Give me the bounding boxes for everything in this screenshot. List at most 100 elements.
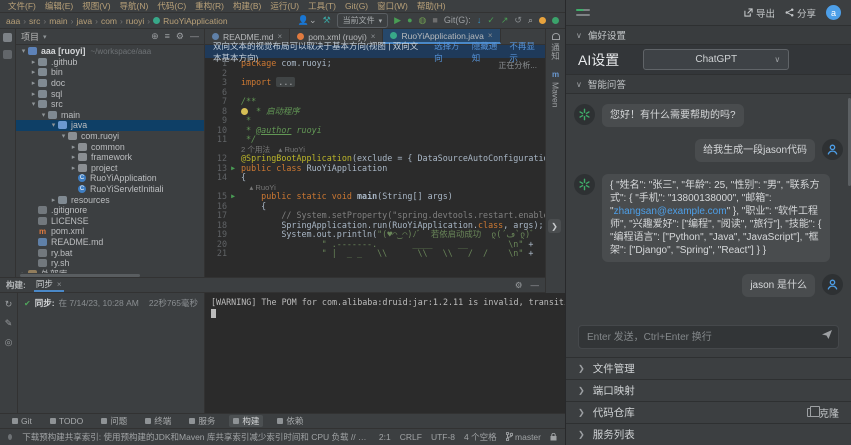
code-editor[interactable]: 正在分析... 1package com.ruoyi;23import ...6… (205, 58, 545, 277)
tree-arrow-icon[interactable]: ▾ (29, 100, 38, 108)
filter-icon[interactable]: ◎ (5, 337, 13, 348)
message-bubble[interactable]: 您好！有什么需要帮助的吗? (602, 104, 744, 127)
menu-item[interactable]: 代码(C) (153, 0, 190, 12)
toolwindow-问题[interactable]: 问题 (97, 415, 131, 427)
tree-item-aaaruoyi[interactable]: ▾aaa [ruoyi]~/workspace/aaa (16, 46, 204, 57)
chat-input[interactable] (578, 325, 839, 349)
maven-toolwindow[interactable]: m Maven (551, 70, 561, 108)
tree-item-license[interactable]: LICENSE (16, 216, 204, 227)
menu-item[interactable]: 工具(T) (304, 0, 340, 12)
message-bubble[interactable]: jason 是什么 (742, 274, 815, 297)
breadcrumb-item[interactable]: main (49, 16, 67, 26)
menu-item[interactable]: 文件(F) (4, 0, 40, 12)
tree-item-.github[interactable]: ▸.github (16, 57, 204, 68)
toolwindow-服务[interactable]: 服务 (185, 415, 219, 427)
tree-arrow-icon[interactable]: ▾ (59, 132, 68, 140)
section-端口映射[interactable]: ❯端口映射 (566, 379, 851, 401)
tree-arrow-icon[interactable]: ▸ (29, 68, 38, 76)
message-text-link[interactable]: zhangsan@example.com (614, 206, 727, 217)
tree-item-main[interactable]: ▾main (16, 110, 204, 121)
tree-item-ruoyiapplication[interactable]: CRuoYiApplication (16, 173, 204, 184)
toolwindow-todo[interactable]: TODO (46, 415, 87, 427)
section-qa[interactable]: ∨ 智能问答 (566, 75, 851, 94)
tree-arrow-icon[interactable]: ▾ (39, 111, 48, 119)
tree-arrow-icon[interactable]: ▸ (69, 153, 78, 161)
build-hammer-icon[interactable]: ⚒ (323, 16, 331, 25)
pin-icon[interactable]: ✎ (5, 318, 13, 329)
minimize-icon[interactable]: — (531, 280, 540, 291)
breadcrumb-item[interactable]: src (29, 16, 40, 26)
feature-flag-dot[interactable] (552, 17, 559, 24)
tree-arrow-icon[interactable]: ▾ (19, 47, 28, 55)
tree-arrow-icon[interactable]: ▸ (29, 79, 38, 87)
menu-item[interactable]: 重构(R) (191, 0, 228, 12)
section-文件管理[interactable]: ❯文件管理 (566, 357, 851, 379)
menu-icon[interactable] (576, 9, 590, 16)
export-button[interactable]: 导出 (744, 6, 775, 20)
tree-item-[interactable]: ▸外部库 (16, 268, 204, 273)
sync-status-row[interactable]: ✔ 同步: 在 7/14/23, 10:28 AM 22秒765毫秒 (24, 297, 198, 309)
share-button[interactable]: 分享 (785, 6, 816, 20)
locate-icon[interactable]: ⊕ (151, 31, 159, 42)
toolwindow-构建[interactable]: 构建 (229, 415, 263, 427)
settings-gear-icon[interactable]: ⚙ (515, 280, 523, 291)
tree-item-bin[interactable]: ▸bin (16, 67, 204, 78)
menu-item[interactable]: Git(G) (341, 1, 372, 11)
git-update-icon[interactable]: ↓ (477, 16, 482, 25)
status-segment[interactable]: 2:1 (379, 432, 391, 442)
tree-arrow-icon[interactable]: ▸ (49, 196, 58, 204)
git-push-icon[interactable]: ↗ (501, 16, 509, 25)
tree-item-ruoyiservletinitiali[interactable]: CRuoYiServletInitiali (16, 184, 204, 195)
refresh-icon[interactable]: ↻ (5, 299, 13, 310)
section-服务列表[interactable]: ❯服务列表 (566, 423, 851, 445)
tree-item-ry.bat[interactable]: ry.bat (16, 247, 204, 258)
menu-item[interactable]: 导航(N) (116, 0, 153, 12)
breadcrumb-item[interactable]: ruoyi (126, 16, 144, 26)
history-icon[interactable]: ↺ (514, 16, 522, 25)
clone-button[interactable]: 克隆 (807, 405, 839, 420)
collapse-all-icon[interactable]: ≡ (165, 31, 170, 42)
tree-arrow-icon[interactable]: ▸ (19, 270, 28, 273)
update-notification-dot[interactable] (539, 17, 546, 24)
tree-arrow-icon[interactable]: ▸ (29, 90, 38, 98)
menu-item[interactable]: 运行(U) (266, 0, 303, 12)
breadcrumb[interactable]: aaa›src›main›java›com›ruoyi›RuoYiApplica… (6, 16, 228, 26)
commit-toolwindow-icon[interactable] (3, 50, 12, 59)
menu-item[interactable]: 构建(B) (229, 0, 265, 12)
menu-item[interactable]: 窗口(W) (373, 0, 412, 12)
tree-item-sql[interactable]: ▸sql (16, 88, 204, 99)
breadcrumb-item[interactable]: java (77, 16, 93, 26)
editor-expand-button[interactable]: ❯ (548, 219, 561, 233)
tree-arrow-icon[interactable]: ▸ (69, 164, 78, 172)
coverage-icon[interactable]: ◍ (419, 16, 427, 25)
send-icon[interactable] (821, 329, 833, 340)
menu-item[interactable]: 编辑(E) (41, 0, 77, 12)
toolwindow-终端[interactable]: 终端 (141, 415, 175, 427)
message-bubble[interactable]: 给我生成一段jason代码 (695, 139, 815, 162)
tree-item-src[interactable]: ▾src (16, 99, 204, 110)
tree-arrow-icon[interactable]: ▸ (69, 143, 78, 151)
intention-bulb-icon[interactable] (241, 108, 248, 115)
run-icon[interactable]: ▶ (394, 16, 401, 25)
tree-item-framework[interactable]: ▸framework (16, 152, 204, 163)
toolwindow-git[interactable]: Git (8, 415, 36, 427)
tree-arrow-icon[interactable]: ▾ (49, 121, 58, 129)
breadcrumb-item[interactable]: aaa (6, 16, 20, 26)
git-branch-indicator[interactable]: master (506, 432, 541, 442)
status-segment[interactable]: CRLF (400, 432, 422, 442)
run-gutter-icon[interactable]: ▶ (231, 192, 235, 202)
tree-item-pom.xml[interactable]: mpom.xml (16, 226, 204, 237)
tree-item-readme.md[interactable]: README.md (16, 237, 204, 248)
breadcrumb-item[interactable]: com (101, 16, 117, 26)
profile-icon[interactable]: 👤⌄ (298, 16, 317, 25)
status-segment[interactable]: UTF-8 (431, 432, 455, 442)
tree-item-resources[interactable]: ▸resources (16, 194, 204, 205)
tree-item-doc[interactable]: ▸doc (16, 78, 204, 89)
tree-item-java[interactable]: ▾java (16, 120, 204, 131)
section-代码仓库[interactable]: ❯代码仓库克隆 (566, 401, 851, 423)
run-gutter-icon[interactable]: ▶ (231, 164, 235, 174)
status-segment[interactable]: 4 个空格 (464, 431, 497, 443)
settings-gear-icon[interactable]: ⚙ (176, 31, 184, 42)
project-toolwindow-icon[interactable] (3, 33, 12, 42)
project-tab-label[interactable]: 项目 (21, 30, 39, 43)
